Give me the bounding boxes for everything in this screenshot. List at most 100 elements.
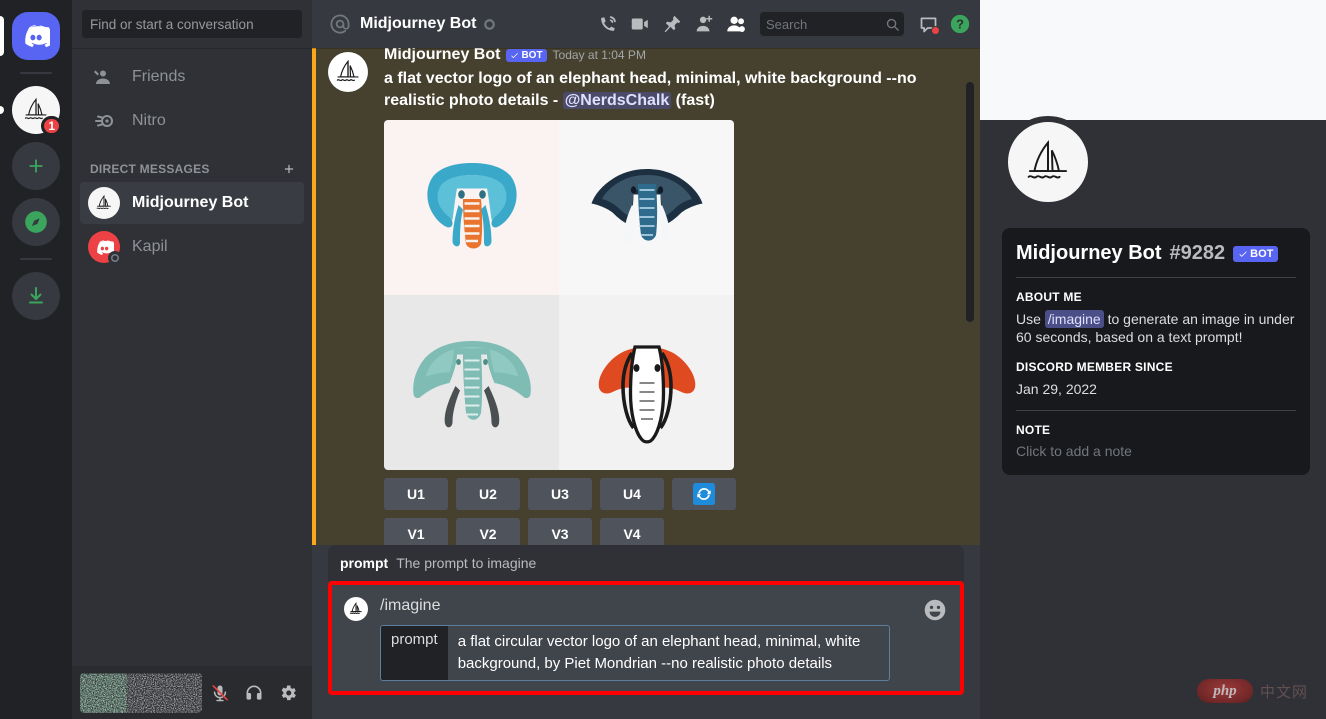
upscale-button-u1[interactable]: U1	[384, 478, 448, 510]
unread-badge: 1	[41, 116, 62, 136]
option-name: prompt	[340, 555, 388, 571]
dm-list: Friends Nitro DIRECT MESSAGES	[72, 48, 312, 666]
message-content: a flat vector logo of an elephant head, …	[384, 68, 932, 112]
prompt-option-field[interactable]: prompt a flat circular vector logo of an…	[380, 625, 890, 681]
server-rail-item-home[interactable]	[12, 12, 60, 60]
plus-icon[interactable]	[12, 142, 60, 190]
page-title: Midjourney Bot	[360, 15, 476, 33]
emoji-icon[interactable]	[922, 597, 948, 623]
grid-cell-elephant-navy-blue[interactable]	[559, 120, 734, 295]
add-friend-icon[interactable]	[692, 12, 716, 36]
profile-bot-badge: BOT	[1233, 246, 1278, 262]
offline-status-icon	[108, 251, 122, 265]
active-server-pill	[0, 16, 4, 56]
imagine-command-pill: /imagine	[1045, 310, 1104, 328]
headphones-icon[interactable]	[238, 677, 270, 709]
upscale-button-u3[interactable]: U3	[528, 478, 592, 510]
members-icon[interactable]	[724, 12, 748, 36]
server-rail-item-download[interactable]	[12, 272, 60, 320]
prompt-input[interactable]: a flat circular vector logo of an elepha…	[448, 626, 889, 680]
user-profile-sidebar: Midjourney Bot #9282 BOT ABOUT ME Use /im…	[980, 0, 1326, 719]
dm-item-kapil[interactable]: Kapil	[80, 226, 304, 268]
create-dm-plus-icon[interactable]	[282, 162, 296, 176]
bot-badge-label: BOT	[521, 50, 542, 61]
watermark-site-text: 中文网	[1260, 681, 1308, 702]
option-description: The prompt to imagine	[396, 555, 536, 571]
dm-sidebar: Find or start a conversation Friends	[72, 0, 312, 719]
server-rail-item-midjourney[interactable]: 1	[12, 86, 60, 134]
profile-name-row: Midjourney Bot #9282 BOT	[1016, 242, 1296, 265]
dm-search-row: Find or start a conversation	[72, 0, 312, 48]
upscale-button-u2[interactable]: U2	[456, 478, 520, 510]
main-chat-column: Midjourney Bot	[312, 0, 980, 719]
chat-scroll-container: Midjourney Bot BOT Today at 1:04 PM	[312, 48, 980, 545]
rail-divider	[20, 72, 52, 74]
direct-messages-section-header: DIRECT MESSAGES	[80, 144, 304, 182]
variation-button-v2[interactable]: V2	[456, 518, 520, 545]
about-me-heading: ABOUT ME	[1016, 290, 1296, 304]
site-watermark: php 中文网	[1197, 679, 1308, 703]
message-body: Midjourney Bot BOT Today at 1:04 PM	[384, 52, 932, 545]
discord-red-avatar	[88, 231, 120, 263]
grid-cell-elephant-teal-orange[interactable]	[384, 120, 559, 295]
elephant-logo-grid[interactable]	[384, 120, 734, 470]
variation-button-v3[interactable]: V3	[528, 518, 592, 545]
gear-icon[interactable]	[272, 677, 304, 709]
dm-item-label-kapil: Kapil	[132, 238, 168, 256]
variation-button-v4[interactable]: V4	[600, 518, 664, 545]
message-author[interactable]: Midjourney Bot	[384, 48, 500, 64]
direct-messages-label: DIRECT MESSAGES	[90, 162, 210, 176]
sidebar-item-friends[interactable]: Friends	[80, 56, 304, 98]
php-logo: php	[1197, 679, 1253, 703]
server-rail-item-explore[interactable]	[12, 198, 60, 246]
video-call-icon[interactable]	[628, 12, 652, 36]
message-composer[interactable]: /imagine prompt a flat circular vector l…	[332, 585, 960, 691]
search-input[interactable]: Search	[760, 12, 904, 36]
rail-divider-2	[20, 258, 52, 260]
message-avatar[interactable]	[328, 52, 368, 92]
upscale-button-u4[interactable]: U4	[600, 478, 664, 510]
chat-scrollbar[interactable]	[966, 82, 974, 322]
server-rail: 1	[0, 0, 72, 719]
profile-bot-label: BOT	[1250, 248, 1273, 260]
composer-avatar	[344, 597, 368, 621]
message-mention-highlight: Midjourney Bot BOT Today at 1:04 PM	[312, 48, 980, 545]
discord-home-icon[interactable]	[12, 12, 60, 60]
voice-call-icon[interactable]	[596, 12, 620, 36]
server-rail-item-add-server[interactable]	[12, 142, 60, 190]
verified-check-icon	[510, 51, 519, 60]
compass-icon[interactable]	[12, 198, 60, 246]
inbox-icon[interactable]	[916, 12, 940, 36]
grid-cell-elephant-orange-ears[interactable]	[559, 295, 734, 470]
microphone-muted-icon[interactable]	[204, 677, 236, 709]
grid-cell-elephant-sage-green[interactable]	[384, 295, 559, 470]
friends-icon	[88, 61, 120, 93]
variation-button-row: V1 V2 V3 V4	[384, 518, 932, 545]
message-row: Midjourney Bot BOT Today at 1:04 PM	[328, 50, 932, 545]
about-me-text: Use /imagine to generate an image in und…	[1016, 310, 1296, 346]
profile-avatar[interactable]	[1002, 116, 1094, 208]
profile-discriminator: #9282	[1170, 242, 1226, 265]
user-info-obscured[interactable]	[80, 673, 202, 713]
reroll-button[interactable]	[672, 478, 736, 510]
unread-server-pill	[0, 106, 4, 114]
find-conversation-input[interactable]: Find or start a conversation	[82, 10, 302, 38]
download-icon[interactable]	[12, 272, 60, 320]
variation-button-v1[interactable]: V1	[384, 518, 448, 545]
sailboat-avatar	[88, 187, 120, 219]
discord-app: 1 Fin	[0, 0, 1326, 719]
offline-status-icon	[484, 19, 495, 30]
topbar-actions: Search ?	[596, 12, 972, 36]
profile-username: Midjourney Bot	[1016, 242, 1162, 265]
bot-badge: BOT	[506, 49, 546, 62]
help-icon[interactable]: ?	[948, 12, 972, 36]
pin-icon[interactable]	[660, 12, 684, 36]
dm-item-midjourney-bot[interactable]: Midjourney Bot	[80, 182, 304, 224]
sidebar-item-nitro[interactable]: Nitro	[80, 100, 304, 142]
user-mention[interactable]: @NerdsChalk	[563, 92, 672, 109]
note-input[interactable]: Click to add a note	[1016, 443, 1296, 459]
highlight-annotation-box: /imagine prompt a flat circular vector l…	[328, 581, 964, 695]
composer-content: /imagine prompt a flat circular vector l…	[380, 595, 910, 681]
sidebar-item-label-friends: Friends	[132, 68, 185, 86]
prompt-field-label: prompt	[381, 626, 448, 680]
